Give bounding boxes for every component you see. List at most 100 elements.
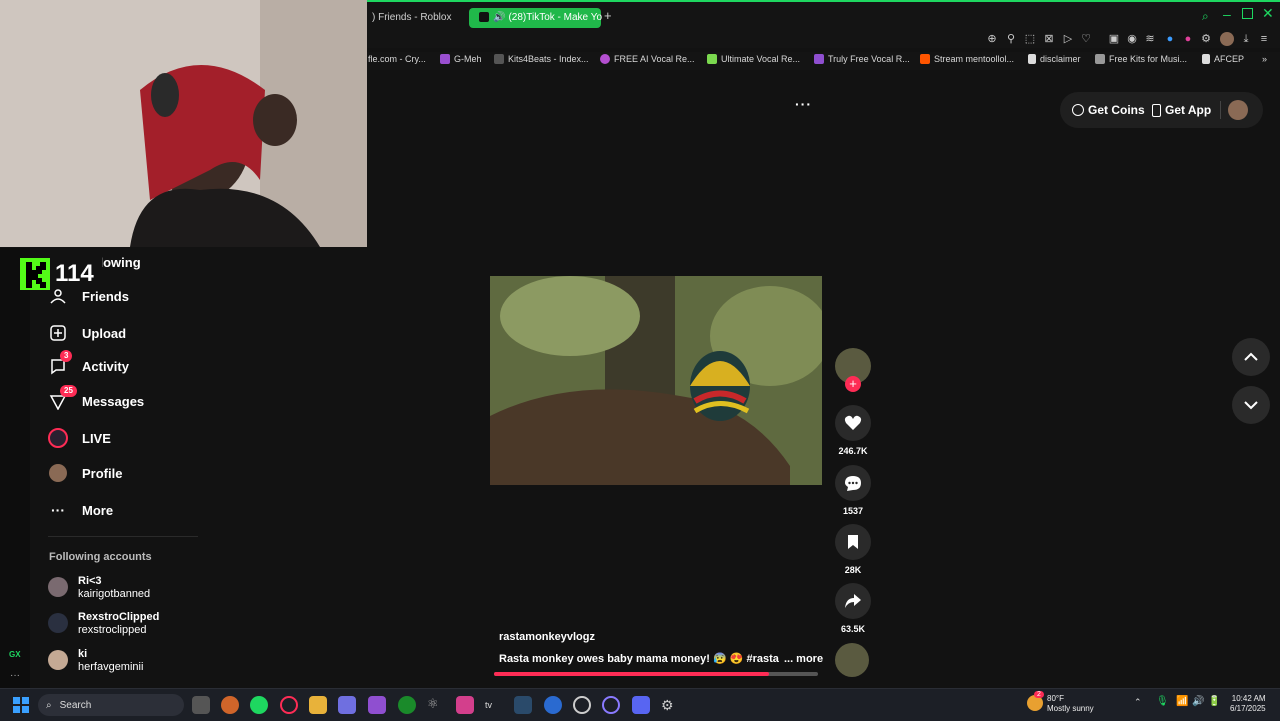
following-account[interactable]: Ri<3 kairigotbanned <box>48 574 150 600</box>
profile-avatar-icon[interactable] <box>1220 32 1234 46</box>
account-handle: herfavgeminii <box>78 661 144 673</box>
wifi-icon[interactable]: 📶 <box>1176 696 1188 707</box>
bookmark-item[interactable]: Ultimate Vocal Re... <box>707 54 800 64</box>
app-icon[interactable] <box>544 696 562 714</box>
save-button[interactable]: 28K <box>835 524 871 575</box>
sidebar-item-live[interactable]: LIVE <box>48 424 111 452</box>
get-app-button[interactable]: Get App <box>1152 103 1211 117</box>
bookmark-item[interactable]: AFCEP <box>1202 54 1244 64</box>
sidebar-item-label: LIVE <box>82 430 111 446</box>
follow-plus-icon[interactable]: + <box>845 376 861 392</box>
opera-gx-icon[interactable] <box>280 696 298 714</box>
bookmark-item[interactable]: Truly Free Vocal R... <box>814 54 910 64</box>
tab-roblox-friends[interactable]: ) Friends - Roblox <box>362 8 461 28</box>
bookmark-item[interactable]: fle.com - Cry... <box>368 54 426 64</box>
taskbar-search[interactable]: ⌕ Search <box>38 694 184 716</box>
notification-badge: 3 <box>60 350 73 362</box>
close-icon[interactable]: ✕ <box>1262 5 1274 22</box>
discord-icon[interactable] <box>632 696 650 714</box>
extensions-icon[interactable]: ⚙ <box>1200 33 1212 45</box>
extension-pink-icon[interactable]: ● <box>1182 33 1194 45</box>
tray-overflow-icon[interactable]: ⌃ <box>1134 697 1142 708</box>
bookmarks-overflow-icon[interactable]: » <box>1262 54 1267 64</box>
extension-discord-icon[interactable]: ◉ <box>1126 33 1138 45</box>
opera-gx-icon[interactable]: GX <box>9 650 21 659</box>
more-options-icon[interactable]: ··· <box>10 670 20 681</box>
weather-temp: 80°F <box>1047 694 1064 703</box>
music-disc-icon[interactable] <box>835 643 869 677</box>
like-button[interactable]: 246.7K <box>835 405 871 456</box>
next-video-button[interactable] <box>1232 386 1270 424</box>
zoom-icon[interactable]: ⊕ <box>986 33 998 45</box>
creator-avatar[interactable]: + <box>835 348 871 392</box>
react-icon[interactable]: ⚛ <box>427 696 445 714</box>
xbox-icon[interactable] <box>398 696 416 714</box>
sidebar-item-upload[interactable]: Upload <box>48 319 126 347</box>
sidebar-item-messages[interactable]: 25 Messages <box>48 385 144 415</box>
sidebar-item-friends[interactable]: Friends <box>48 282 129 310</box>
divider <box>48 536 198 537</box>
snapshot-icon[interactable]: ⬚ <box>1024 33 1036 45</box>
windows-start-icon[interactable] <box>12 696 30 714</box>
bookmark-item[interactable]: Stream mentoollol... <box>920 54 1014 64</box>
task-view-icon[interactable] <box>192 696 210 714</box>
video-player[interactable] <box>490 276 822 485</box>
tiktok-icon <box>479 12 489 23</box>
search-icon[interactable]: ⌕ <box>1202 9 1209 24</box>
bookmark-item[interactable]: G-Meh <box>440 54 482 64</box>
app-icon[interactable] <box>368 696 386 714</box>
clock[interactable]: 10:42 AM 6/17/2025 <box>1230 694 1266 714</box>
bookmark-label: disclaimer <box>1040 54 1081 64</box>
menu-icon[interactable]: ≡ <box>1258 33 1270 45</box>
steam-icon[interactable] <box>514 696 532 714</box>
extension-audio-icon[interactable]: ≋ <box>1144 33 1156 45</box>
share-button[interactable]: 63.5K <box>835 583 871 634</box>
chrome-icon[interactable] <box>573 696 591 714</box>
search-icon: ⌕ <box>46 699 52 711</box>
volume-icon[interactable]: 🔊 <box>1192 696 1204 707</box>
extension-globe-icon[interactable]: ● <box>1164 33 1176 45</box>
header-actions: Get Coins Get App <box>1060 92 1263 128</box>
sidebar-item-profile[interactable]: Profile <box>48 459 122 487</box>
download-icon[interactable]: ⤓ <box>1240 33 1252 45</box>
file-explorer-icon[interactable] <box>309 696 327 714</box>
avatar[interactable] <box>1228 100 1248 120</box>
following-account[interactable]: RexstroClipped rexstroclipped <box>48 610 159 636</box>
app-icon[interactable] <box>602 696 620 714</box>
get-coins-button[interactable]: Get Coins <box>1072 103 1145 117</box>
bookmark-item[interactable]: disclaimer <box>1028 54 1081 64</box>
maximize-icon[interactable] <box>1242 8 1253 19</box>
bookmark-item[interactable]: FREE AI Vocal Re... <box>600 54 695 64</box>
weather-widget[interactable]: 80°F Mostly sunny <box>1047 694 1094 714</box>
comment-button[interactable]: 1537 <box>835 465 871 516</box>
adblock-icon[interactable]: ⊠ <box>1043 33 1055 45</box>
post-username[interactable]: rastamonkeyvlogz <box>499 631 595 643</box>
play-icon[interactable]: ▷ <box>1062 33 1074 45</box>
bookmark-item[interactable]: Kits4Beats - Index... <box>494 54 589 64</box>
sidebar-item-following[interactable]: Following <box>80 248 141 276</box>
new-tab-button[interactable]: + <box>604 8 612 23</box>
minimize-icon[interactable]: – <box>1223 6 1231 22</box>
brave-icon[interactable] <box>221 696 239 714</box>
spotify-icon[interactable] <box>250 696 268 714</box>
settings-icon[interactable]: ⚙ <box>661 696 679 714</box>
caption-more-link[interactable]: ... more <box>784 653 823 665</box>
following-account[interactable]: ki herfavgeminii <box>48 647 143 673</box>
game-icon[interactable] <box>338 696 356 714</box>
instagram-icon[interactable] <box>456 696 474 714</box>
sidebar-item-more[interactable]: ··· More <box>48 496 113 524</box>
previous-video-button[interactable] <box>1232 338 1270 376</box>
heart-icon[interactable]: ♡ <box>1080 33 1092 45</box>
tab-tiktok[interactable]: 🔊 (28)TikTok - Make Yo <box>469 8 602 28</box>
bookmark-item[interactable]: Free Kits for Musi... <box>1095 54 1187 64</box>
more-options-icon[interactable]: ··· <box>795 96 812 112</box>
apple-tv-icon[interactable]: tv <box>485 696 503 714</box>
streamer-webcam-image <box>0 0 367 247</box>
video-progress-bar[interactable] <box>494 672 818 676</box>
microphone-icon[interactable]: 🎙 <box>1156 696 1169 707</box>
clock-time: 10:42 AM <box>1231 694 1266 703</box>
extension-twitch-icon[interactable]: ▣ <box>1108 33 1120 45</box>
battery-icon[interactable]: 🔋 <box>1208 696 1220 707</box>
sidebar-item-activity[interactable]: 3 Activity <box>48 350 129 380</box>
pin-icon[interactable]: ⚲ <box>1005 33 1017 45</box>
